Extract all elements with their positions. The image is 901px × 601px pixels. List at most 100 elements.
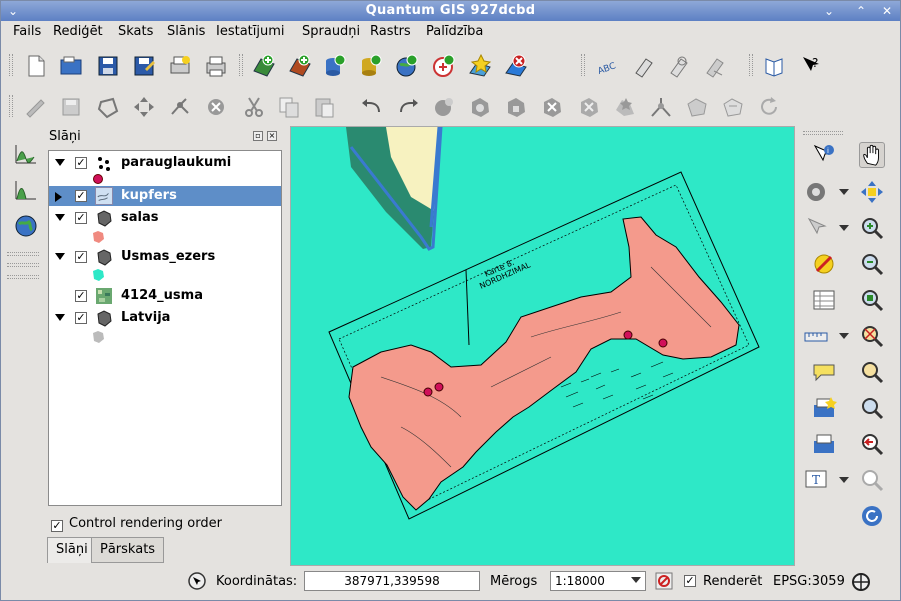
rotate-point-symbols-icon[interactable] [756,94,782,120]
projection-label[interactable]: EPSG:3059 [773,574,845,589]
sample-point[interactable] [434,382,444,392]
control-render-checkbox[interactable]: ✓ [51,520,63,532]
layer-row-latvija[interactable]: ✓ Latvija [49,308,281,328]
attribute-table-icon[interactable] [811,287,837,313]
reshape-features-icon[interactable] [612,94,638,120]
zoom-in-icon[interactable] [859,215,885,241]
map-tips-icon[interactable] [811,359,837,385]
menu-rediget[interactable]: Rediģēt [53,24,103,39]
close-icon[interactable]: ✕ [879,3,895,19]
menu-fails[interactable]: Fails [13,24,41,39]
menu-palidziba[interactable]: Palīdzība [426,24,483,39]
dropdown-arrow-icon[interactable] [839,225,849,231]
redo-icon[interactable] [395,94,421,120]
save-edits-icon[interactable] [58,94,84,120]
save-as-icon[interactable] [131,53,157,79]
copy-features-icon[interactable] [276,94,302,120]
deselect-icon[interactable] [811,251,837,277]
scale-combobox[interactable]: 1:18000 [550,571,646,591]
print-icon[interactable] [203,53,229,79]
zoom-out-icon[interactable] [859,251,885,277]
open-project-icon[interactable] [58,53,84,79]
layer-row-usmas-ezers[interactable]: ✓ Usmas_ezers [49,247,281,267]
toolbar-grip[interactable] [803,131,843,135]
simplify-feature-icon[interactable] [431,94,457,120]
zoom-to-layer-icon[interactable] [859,323,885,349]
node-tool-icon[interactable] [167,94,193,120]
toolbar-grip[interactable] [239,54,243,76]
tab-overview[interactable]: Pārskats [91,537,165,563]
select-features-icon[interactable] [803,215,829,241]
toolbar-grip[interactable] [9,95,13,117]
layer-row-4124-usma[interactable]: ✓ 4124_usma [49,286,281,306]
collapse-arrow-icon[interactable] [55,192,62,202]
delete-selected-icon[interactable] [203,94,229,120]
maximize-icon[interactable]: ⌃ [853,3,869,19]
add-vector-layer-icon[interactable] [251,53,277,79]
merge-features-icon[interactable] [684,94,710,120]
add-postgis-layer-icon[interactable] [322,53,348,79]
control-render-option[interactable]: ✓ Control rendering order [51,516,222,532]
minimize-icon[interactable]: ⌄ [821,3,837,19]
refresh-icon[interactable] [859,503,885,529]
mouse-coords-icon[interactable] [187,571,207,591]
toggle-editing-icon[interactable] [23,94,49,120]
toolbar-grip[interactable] [9,54,13,76]
add-spatialite-layer-icon[interactable] [358,53,384,79]
delete-ring-icon[interactable] [539,94,565,120]
dropdown-arrow-icon[interactable] [839,189,849,195]
show-bookmarks-icon[interactable] [811,431,837,457]
expand-arrow-icon[interactable] [55,253,65,260]
add-ring-icon[interactable] [467,94,493,120]
cut-features-icon[interactable] [241,94,267,120]
move-feature-icon[interactable] [131,94,157,120]
add-raster-layer-icon[interactable] [287,53,313,79]
menu-skats[interactable]: Skats [118,24,153,39]
label-abc-icon[interactable]: ABC [595,53,621,79]
undo-icon[interactable] [359,94,385,120]
zoom-last-icon[interactable] [859,395,885,421]
print-composer-icon[interactable] [167,53,193,79]
paste-features-icon[interactable] [311,94,337,120]
remove-layer-icon[interactable] [503,53,529,79]
expand-arrow-icon[interactable] [55,314,65,321]
strip-grip[interactable] [7,275,39,279]
panel-float-icon[interactable]: ▫ [253,131,263,141]
new-shapefile-icon[interactable] [467,53,493,79]
layer-visibility-checkbox[interactable]: ✓ [75,212,87,224]
move-label-icon[interactable] [631,53,657,79]
strip-grip[interactable] [7,263,39,267]
pan-hand-icon[interactable] [859,142,885,168]
expand-arrow-icon[interactable] [55,214,65,221]
add-feature-icon[interactable] [95,94,121,120]
delete-part-icon[interactable] [576,94,602,120]
save-project-icon[interactable] [95,53,121,79]
globe-icon[interactable] [13,213,39,239]
merge-attributes-icon[interactable] [720,94,746,120]
render-checkbox[interactable]: ✓ [684,575,696,587]
panel-close-icon[interactable]: × [267,131,277,141]
coords-field[interactable]: 387971,339598 [304,571,480,591]
menu-slanis[interactable]: Slānis [167,24,205,39]
histogram-stretch-icon[interactable] [13,141,39,167]
tab-layers[interactable]: Slāņi [47,537,97,563]
zoom-next-icon[interactable] [859,467,885,493]
add-part-icon[interactable] [503,94,529,120]
zoom-full-icon[interactable] [859,179,885,205]
histogram-icon[interactable] [13,177,39,203]
zoom-previous-icon[interactable] [859,431,885,457]
layer-visibility-checkbox[interactable]: ✓ [75,290,87,302]
menu-rastrs[interactable]: Rastrs [370,24,411,39]
measure-line-icon[interactable] [803,323,829,349]
layer-visibility-checkbox[interactable]: ✓ [75,251,87,263]
sample-point[interactable] [658,338,668,348]
menu-spraudni[interactable]: Spraudņi [302,24,360,39]
zoom-actual-size-icon[interactable] [859,359,885,385]
island-polygon[interactable] [348,216,740,511]
layer-row-kupfers[interactable]: ✓ kupfers [49,186,281,206]
text-annotation-icon[interactable]: T [803,467,829,493]
map-canvas[interactable]: Karte 8. NORDHZIMAL [290,126,795,566]
dropdown-arrow-icon[interactable] [839,477,849,483]
whats-this-icon[interactable]: ? [798,53,824,79]
toolbar-grip[interactable] [749,54,753,76]
